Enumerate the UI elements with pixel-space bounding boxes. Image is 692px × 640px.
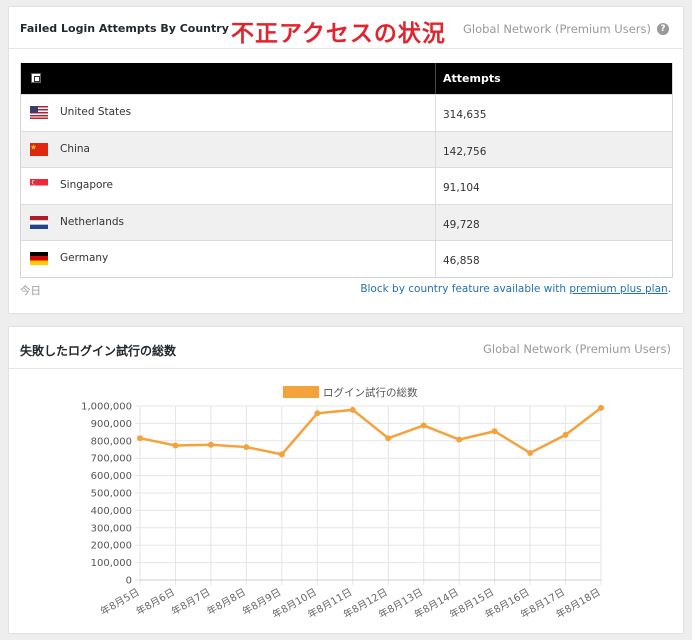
- attempts-value: 91,104: [443, 182, 480, 195]
- premium-plus-link[interactable]: premium plus plan: [569, 283, 667, 295]
- table-row: Singapore 91,104: [21, 167, 672, 204]
- data-point: [385, 435, 392, 442]
- data-point: [456, 436, 463, 443]
- data-point: [207, 441, 214, 448]
- y-tick-label: 600,000: [91, 471, 132, 482]
- data-point: [420, 422, 427, 429]
- x-tick-label: 年8月5日: [98, 585, 142, 618]
- data-point: [314, 410, 321, 417]
- table-row: Germany 46,858: [21, 240, 672, 277]
- x-tick-label: 年8月8日: [204, 585, 248, 618]
- block-text: Block by country feature available with: [360, 283, 570, 295]
- attempts-value: 314,635: [443, 109, 487, 121]
- y-tick-label: 900,000: [91, 419, 132, 430]
- cn-flag-icon: [30, 142, 48, 156]
- country-name: Singapore: [60, 179, 113, 192]
- data-point: [527, 449, 534, 456]
- attempts-value: 49,728: [443, 218, 480, 231]
- country-name: China: [60, 142, 90, 155]
- table-header: Attempts: [21, 63, 672, 94]
- nl-flag-icon: [30, 215, 48, 229]
- us-flag-icon: [30, 106, 48, 119]
- country-name: United States: [60, 106, 132, 118]
- y-tick-label: 100,000: [91, 558, 132, 569]
- de-flag-icon: [30, 252, 48, 266]
- failed-login-panel: Failed Login Attempts By Country 不正アクセスの…: [8, 6, 684, 314]
- data-point: [172, 442, 179, 449]
- total-failed-logins-panel: 失敗したログイン試行の総数 Global Network (Premium Us…: [8, 326, 684, 634]
- x-tick-label: 年8月6日: [133, 585, 177, 618]
- block-end: .: [667, 283, 671, 295]
- attempts-value: 46,858: [443, 255, 480, 268]
- x-tick-label: 年8月7日: [169, 585, 213, 618]
- attempts-value: 142,756: [443, 145, 487, 158]
- y-tick-label: 800,000: [91, 436, 132, 447]
- data-point: [137, 435, 143, 442]
- data-point: [243, 444, 250, 451]
- table-row: Netherlands 49,728: [21, 203, 672, 241]
- data-point: [598, 404, 604, 411]
- country-name: Netherlands: [60, 215, 125, 228]
- block-country-note: Block by country feature available with …: [360, 283, 671, 295]
- panel-header: Failed Login Attempts By Country 不正アクセスの…: [9, 7, 683, 49]
- data-point: [349, 406, 356, 413]
- y-tick-label: 1,000,000: [81, 402, 132, 413]
- data-point: [491, 428, 498, 435]
- table-row: United States 314,635: [21, 94, 672, 131]
- y-tick-label: 700,000: [91, 454, 132, 465]
- help-icon[interactable]: ?: [657, 23, 669, 35]
- series-line: [139, 406, 602, 456]
- country-table: Attempts United States 314,635 China 142…: [20, 63, 673, 278]
- panel-title: Failed Login Attempts By Country: [20, 22, 229, 35]
- copy-icon[interactable]: [31, 73, 41, 83]
- y-tick-label: 500,000: [91, 489, 132, 500]
- global-network-label: Global Network (Premium Users): [462, 22, 651, 36]
- jp-title: 不正アクセスの状況: [231, 21, 446, 47]
- sg-flag-icon: [30, 179, 48, 193]
- attempts-header: Attempts: [443, 72, 501, 85]
- y-tick-label: 0: [126, 576, 132, 587]
- data-point: [562, 431, 569, 438]
- y-tick-label: 300,000: [91, 523, 132, 534]
- y-tick-label: 200,000: [91, 541, 132, 552]
- data-point: [278, 451, 285, 458]
- today-label: 今日: [20, 285, 41, 297]
- line-chart: 0 100,000 200,000 300,000 400,000 500,000 600,…: [81, 402, 604, 621]
- y-tick-label: 400,000: [91, 506, 132, 517]
- table-row: China 142,756: [21, 130, 672, 168]
- country-name: Germany: [60, 252, 109, 265]
